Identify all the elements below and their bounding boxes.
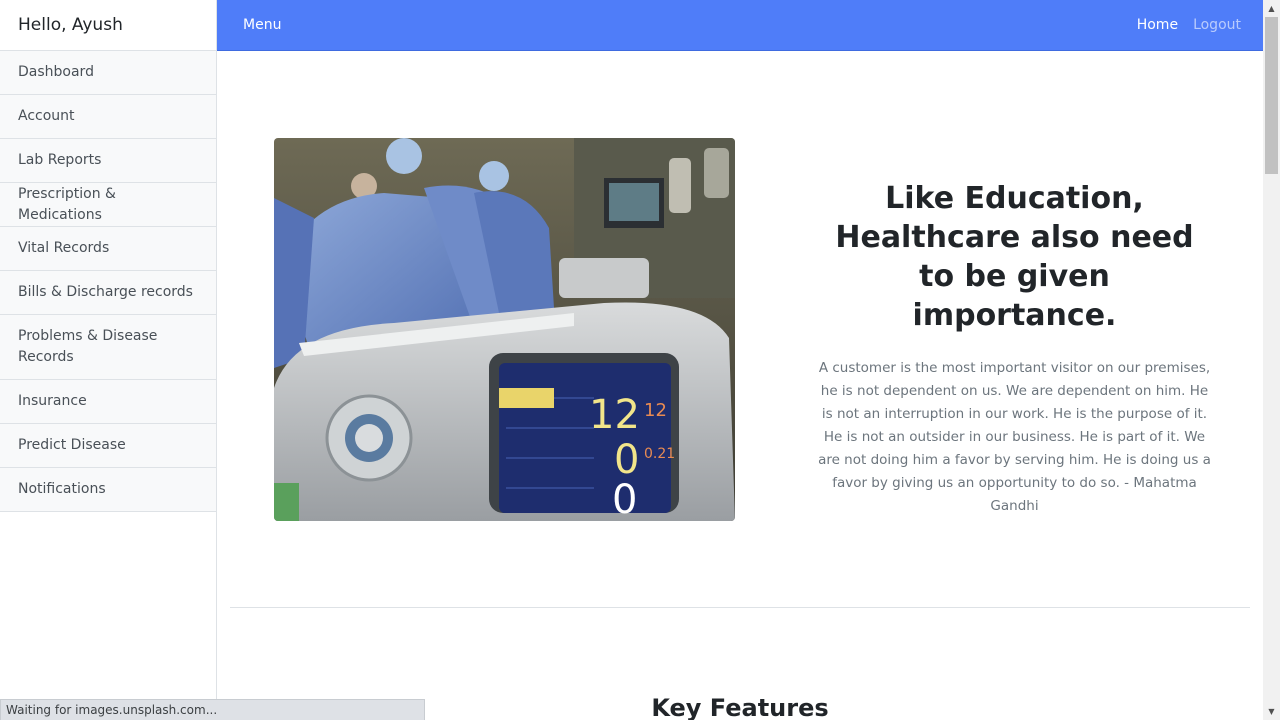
nav-link-home[interactable]: Home <box>1137 17 1178 33</box>
sidebar-item-notifications[interactable]: Notifications <box>0 468 216 512</box>
sidebar-item-predict-disease[interactable]: Predict Disease <box>0 424 216 468</box>
sidebar-item-prescription[interactable]: Prescription & Medications <box>0 183 216 227</box>
sidebar-item-vital-records[interactable]: Vital Records <box>0 227 216 271</box>
hero-text: Like Education, Healthcare also need to … <box>817 179 1212 518</box>
sidebar-item-dashboard[interactable]: Dashboard <box>0 51 216 95</box>
sidebar-item-bills[interactable]: Bills & Discharge records <box>0 271 216 315</box>
sidebar-item-account[interactable]: Account <box>0 95 216 139</box>
sidebar-greeting: Hello, Ayush <box>0 0 216 51</box>
hero-title: Like Education, Healthcare also need to … <box>835 181 1194 333</box>
nav-links: Home Logout <box>1137 17 1241 33</box>
sidebar-item-problems[interactable]: Problems & Disease Records <box>0 315 216 380</box>
page-scrollbar[interactable]: ▲ ▼ <box>1263 0 1280 720</box>
sidebar-item-lab-reports[interactable]: Lab Reports <box>0 139 216 183</box>
svg-text:12: 12 <box>644 400 667 421</box>
scroll-down-icon[interactable]: ▼ <box>1263 703 1280 720</box>
scroll-thumb[interactable] <box>1265 17 1278 174</box>
svg-text:0.21: 0.21 <box>644 446 675 462</box>
browser-status-bar: Waiting for images.unsplash.com... <box>0 699 425 720</box>
nav-link-logout[interactable]: Logout <box>1193 17 1241 33</box>
sidebar-item-insurance[interactable]: Insurance <box>0 380 216 424</box>
main-content: 12 0 12 0.21 0 Like Education, Healthcar… <box>217 51 1263 720</box>
hero-image-operating-room: 12 0 12 0.21 0 <box>274 138 735 521</box>
scroll-up-icon[interactable]: ▲ <box>1263 0 1280 17</box>
sidebar: Hello, Ayush Dashboard Account Lab Repor… <box>0 0 217 720</box>
section-divider <box>230 607 1250 608</box>
svg-text:12: 12 <box>589 392 640 438</box>
top-navbar: Menu Home Logout <box>217 0 1263 51</box>
sidebar-menu: Dashboard Account Lab Reports Prescripti… <box>0 51 216 512</box>
menu-toggle-button[interactable]: Menu <box>243 17 281 33</box>
hero-quote: A customer is the most important visitor… <box>818 360 1211 514</box>
svg-text:0: 0 <box>612 477 637 521</box>
